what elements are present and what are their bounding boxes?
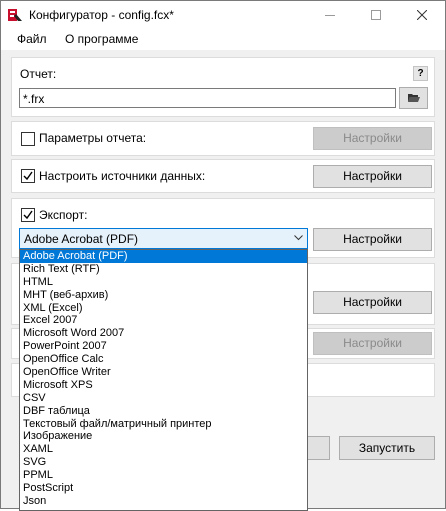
window-title: Конфигуратор - config.fcx* bbox=[29, 8, 174, 22]
export-format-dropdown: Adobe Acrobat (PDF) Rich Text (RTF) HTML MH… bbox=[19, 249, 308, 511]
export-format-option[interactable]: Excel 2007 bbox=[20, 314, 307, 327]
help-button[interactable]: ? bbox=[413, 66, 428, 81]
menu-bar: Файл О программе bbox=[1, 30, 445, 50]
export-format-option[interactable]: DBF таблица bbox=[20, 405, 307, 418]
export-format-option[interactable]: HTML bbox=[20, 276, 307, 289]
data-sources-panel: Настроить источники данных: Настройки bbox=[11, 159, 435, 193]
export-format-option[interactable]: XAML bbox=[20, 443, 307, 456]
menu-file[interactable]: Файл bbox=[15, 32, 49, 46]
export-format-option[interactable]: Microsoft XPS bbox=[20, 379, 307, 392]
export-format-option[interactable]: PowerPoint 2007 bbox=[20, 340, 307, 353]
report-params-checkbox[interactable] bbox=[21, 132, 35, 146]
export-format-select[interactable]: Adobe Acrobat (PDF) bbox=[19, 228, 308, 249]
report-label: Отчет: bbox=[20, 67, 57, 81]
minimize-icon bbox=[325, 15, 335, 16]
fastreport-app-icon bbox=[8, 9, 22, 21]
export-label: Экспорт: bbox=[39, 208, 88, 222]
checkmark-icon bbox=[23, 171, 33, 181]
export-format-option[interactable]: SVG bbox=[20, 456, 307, 469]
close-button[interactable] bbox=[399, 1, 445, 30]
maximize-icon bbox=[371, 10, 381, 20]
report-path-field[interactable]: *.frx bbox=[19, 88, 396, 108]
export-format-option[interactable]: PPML bbox=[20, 469, 307, 482]
export-format-option[interactable]: CSV bbox=[20, 392, 307, 405]
maximize-button[interactable] bbox=[353, 1, 399, 30]
export-format-selected: Adobe Acrobat (PDF) bbox=[24, 232, 139, 246]
export-checkbox[interactable] bbox=[21, 208, 35, 222]
checkmark-icon bbox=[23, 210, 33, 220]
hidden-settings-button-1[interactable]: Настройки bbox=[313, 291, 432, 314]
export-settings-button[interactable]: Настройки bbox=[313, 228, 432, 251]
data-sources-label: Настроить источники данных: bbox=[39, 169, 206, 183]
title-bar[interactable]: Конфигуратор - config.fcx* bbox=[1, 1, 445, 30]
chevron-down-icon bbox=[294, 235, 303, 241]
export-format-option[interactable]: Текстовый файл/матричный принтер bbox=[20, 418, 307, 431]
hidden-settings-button-2[interactable]: Настройки bbox=[313, 332, 432, 355]
report-params-label: Параметры отчета: bbox=[39, 131, 147, 145]
export-format-option[interactable]: PostScript bbox=[20, 482, 307, 495]
export-format-option[interactable]: Json bbox=[20, 495, 307, 508]
report-params-panel: Параметры отчета: Настройки bbox=[11, 121, 435, 156]
menu-about[interactable]: О программе bbox=[63, 32, 140, 46]
data-sources-settings-button[interactable]: Настройки bbox=[313, 165, 432, 188]
export-format-option[interactable]: OpenOffice Calc bbox=[20, 353, 307, 366]
export-format-option[interactable]: Microsoft Word 2007 bbox=[20, 327, 307, 340]
configurator-window: Конфигуратор - config.fcx* Файл О програ… bbox=[0, 0, 446, 511]
data-sources-checkbox[interactable] bbox=[21, 169, 35, 183]
export-format-option[interactable]: XML (Excel) bbox=[20, 302, 307, 315]
close-icon bbox=[417, 10, 427, 20]
run-button[interactable]: Запустить bbox=[339, 436, 435, 460]
export-format-option[interactable]: MHT (веб-архив) bbox=[20, 289, 307, 302]
export-format-option[interactable]: OpenOffice Writer bbox=[20, 366, 307, 379]
export-format-option[interactable]: Rich Text (RTF) bbox=[20, 263, 307, 276]
open-file-button[interactable] bbox=[399, 87, 428, 109]
export-format-option[interactable]: Adobe Acrobat (PDF) bbox=[20, 250, 307, 263]
folder-open-icon bbox=[407, 94, 420, 102]
report-params-settings-button[interactable]: Настройки bbox=[313, 127, 432, 150]
minimize-button[interactable] bbox=[307, 1, 353, 30]
report-panel: Отчет: ? *.frx bbox=[11, 57, 435, 117]
export-format-option[interactable]: Изображение bbox=[20, 430, 307, 443]
